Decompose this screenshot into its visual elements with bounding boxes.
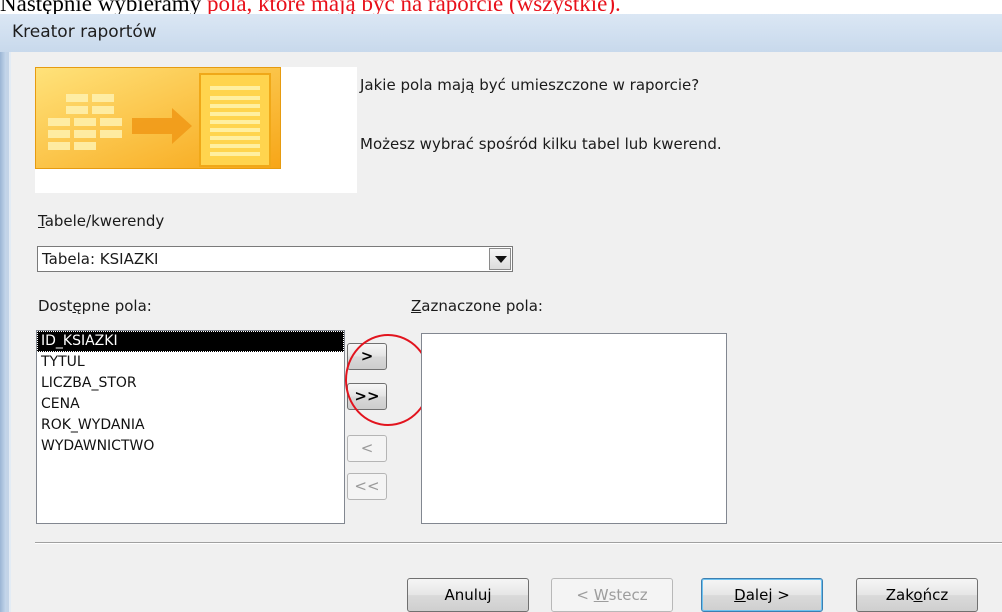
finish-label-pre: Zak [885,586,914,604]
list-item[interactable]: LICZBA_STOR [37,373,344,394]
back-label-post: stecz [608,586,648,604]
window-title: Kreator raportów [12,22,157,42]
next-label-post: alej > [745,586,790,604]
available-fields-listbox[interactable]: ID_KSIAZKI TYTUL LICZBA_STOR CENA ROK_WYDANI… [36,330,345,524]
back-accelerator: W [593,586,609,604]
cancel-button[interactable]: Anuluj [407,578,529,612]
selected-fields-label: Zaznaczone pola: [411,297,543,315]
next-accelerator: D [734,586,746,604]
remove-field-button[interactable]: < [347,435,387,462]
selected-fields-listbox[interactable] [421,333,727,524]
finish-accelerator: o [913,586,923,604]
selected-fields-label-text: aznaczone pola: [421,297,543,315]
dropdown-button[interactable] [489,248,511,270]
next-button[interactable]: Dalej > [701,578,823,612]
tables-queries-combobox[interactable]: Tabela: KSIAZKI [37,246,513,272]
report-wizard-window: Kreator raportów Jakie pola mają być umi… [0,14,1002,612]
table-to-report-icon [36,68,280,168]
tables-queries-label: Tabele/kwerendy [38,212,164,230]
available-fields-accelerator: ę [72,297,82,315]
wizard-hint: Możesz wybrać spośród kilku tabel lub kw… [360,135,722,153]
list-item[interactable]: WYDAWNICTWO [37,436,344,457]
available-fields-items: ID_KSIAZKI TYTUL LICZBA_STOR CENA ROK_WYDANI… [37,331,344,457]
selected-fields-accelerator: Z [411,297,422,315]
tables-queries-value: Tabela: KSIAZKI [42,250,159,268]
finish-button[interactable]: Zakończ [856,578,978,612]
available-fields-label: Dostępne pola: [38,297,152,315]
window-border [0,14,6,612]
back-button[interactable]: < Wstecz [551,578,673,612]
wizard-client-area: Jakie pola mają być umieszczone w raporc… [9,52,1002,612]
wizard-banner [35,67,357,193]
remove-all-fields-button[interactable]: << [347,473,387,500]
wizard-question: Jakie pola mają być umieszczone w raporc… [360,76,700,94]
available-fields-label-pre: Dost [38,297,73,315]
list-item[interactable]: ROK_WYDANIA [37,415,344,436]
chevron-down-icon [495,256,507,263]
tables-queries-label-text: abele/kwerendy [44,212,165,230]
list-item[interactable]: TYTUL [37,352,344,373]
back-label-pre: < [576,586,594,604]
finish-label-post: ńcz [922,586,949,604]
annotation-circle [345,334,431,426]
list-item[interactable]: CENA [37,394,344,415]
list-item[interactable]: ID_KSIAZKI [37,331,344,352]
client-frame-edge [9,52,11,612]
available-fields-label-post: pne pola: [81,297,152,315]
footer-separator [35,542,1002,544]
tables-queries-accelerator: T [38,212,45,230]
title-bar[interactable]: Kreator raportów [0,14,1002,52]
report-wizard-illustration [35,67,281,169]
